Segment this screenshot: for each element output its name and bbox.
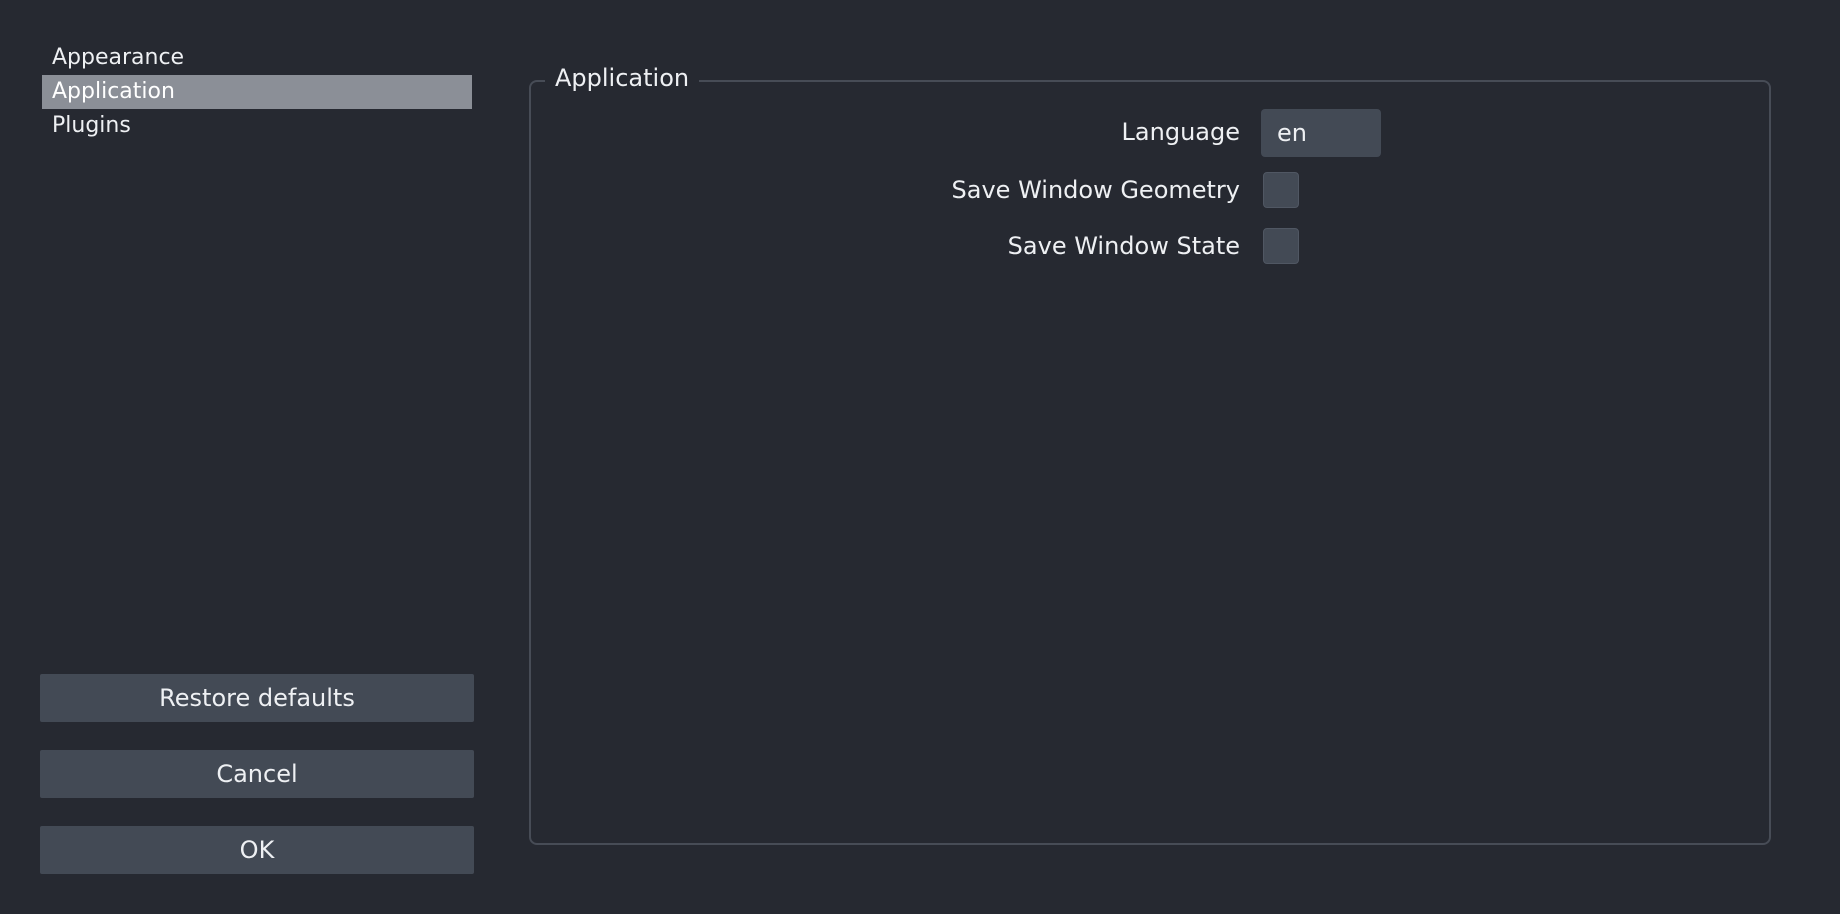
save-window-geometry-checkbox[interactable] — [1263, 172, 1299, 208]
restore-defaults-button[interactable]: Restore defaults — [40, 674, 474, 722]
preferences-window: Appearance Application Plugins Restore d… — [0, 0, 1840, 914]
nav-item-application[interactable]: Application — [42, 75, 472, 109]
preferences-nav-list: Appearance Application Plugins — [42, 41, 472, 143]
save-window-geometry-label: Save Window Geometry — [951, 176, 1240, 204]
save-window-state-row: Save Window State — [531, 226, 1769, 266]
nav-item-appearance[interactable]: Appearance — [42, 41, 472, 75]
save-window-state-checkbox[interactable] — [1263, 228, 1299, 264]
nav-item-plugins[interactable]: Plugins — [42, 109, 472, 143]
cancel-button[interactable]: Cancel — [40, 750, 474, 798]
save-window-geometry-row: Save Window Geometry — [531, 170, 1769, 210]
ok-button[interactable]: OK — [40, 826, 474, 874]
language-row: Language en — [531, 109, 1769, 157]
language-select[interactable]: en — [1261, 109, 1381, 157]
save-window-state-label: Save Window State — [1007, 232, 1240, 260]
group-title: Application — [545, 58, 700, 98]
application-group-box: Application Language en Save Window Geom… — [529, 58, 1771, 845]
language-label: Language — [1121, 118, 1240, 146]
